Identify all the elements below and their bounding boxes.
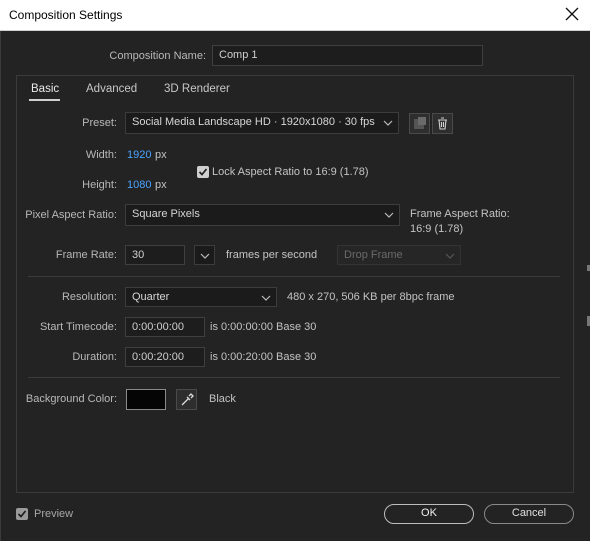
width-value[interactable]: 1920 <box>127 149 151 161</box>
width-label: Width: <box>85 149 117 161</box>
frame-rate-label: Frame Rate: <box>55 249 117 261</box>
save-preset-button[interactable] <box>409 113 430 134</box>
resolution-info: 480 x 270, 506 KB per 8bpc frame <box>287 291 455 303</box>
start-timecode-label: Start Timecode: <box>39 321 117 333</box>
settings-panel <box>16 75 574 493</box>
frame-aspect-label: Frame Aspect Ratio: <box>410 208 510 220</box>
check-icon <box>198 168 208 176</box>
title-bar: Composition Settings <box>0 0 590 31</box>
frame-rate-dropdown[interactable] <box>194 245 215 265</box>
preview-checkbox[interactable] <box>16 508 28 520</box>
chevron-down-icon <box>384 212 394 218</box>
divider <box>28 377 560 378</box>
delete-preset-button[interactable] <box>432 113 453 134</box>
pixel-aspect-dropdown[interactable]: Square Pixels <box>125 204 400 226</box>
ok-button[interactable]: OK <box>384 504 474 524</box>
preset-value: Social Media Landscape HD · 1920x1080 · … <box>132 116 375 128</box>
comp-name-input[interactable]: Comp 1 <box>212 45 483 66</box>
resolution-dropdown[interactable]: Quarter <box>125 287 277 307</box>
background-color-name: Black <box>209 393 236 405</box>
chevron-down-icon <box>200 253 210 259</box>
duration-info: is 0:00:20:00 Base 30 <box>210 351 317 363</box>
height-label: Height: <box>82 179 117 191</box>
lock-aspect-label: Lock Aspect Ratio to 16:9 (1.78) <box>212 166 369 178</box>
window-title: Composition Settings <box>9 8 123 22</box>
lock-aspect-checkbox[interactable] <box>197 166 209 178</box>
frame-aspect-value: 16:9 (1.78) <box>410 223 464 235</box>
tab-basic[interactable]: Basic <box>31 83 59 95</box>
eyedropper-button[interactable] <box>176 389 197 410</box>
background-color-swatch[interactable] <box>126 389 166 410</box>
drop-frame-dropdown: Drop Frame <box>337 245 461 265</box>
eyedropper-icon <box>181 393 194 406</box>
resolution-value: Quarter <box>132 291 170 303</box>
cancel-button[interactable]: Cancel <box>484 504 574 524</box>
width-unit: px <box>155 149 167 161</box>
height-value[interactable]: 1080 <box>127 179 151 191</box>
close-icon[interactable] <box>564 6 580 22</box>
preview-label: Preview <box>34 508 74 520</box>
start-timecode-info: is 0:00:00:00 Base 30 <box>210 321 317 333</box>
pixel-aspect-value: Square Pixels <box>132 208 200 220</box>
duration-input[interactable]: 0:00:20:00 <box>125 347 205 367</box>
check-icon <box>17 510 27 518</box>
trash-icon <box>438 117 447 130</box>
chevron-down-icon <box>261 295 271 301</box>
chevron-down-icon <box>383 120 393 126</box>
pixel-aspect-label: Pixel Aspect Ratio: <box>25 209 117 221</box>
comp-name-label: Composition Name: <box>109 50 206 62</box>
start-timecode-input[interactable]: 0:00:00:00 <box>125 317 205 337</box>
background-color-label: Background Color: <box>25 393 117 405</box>
chevron-down-icon <box>445 253 455 259</box>
height-unit: px <box>155 179 167 191</box>
tab-basic-underline <box>29 99 60 101</box>
save-preset-icon <box>414 117 426 129</box>
frame-rate-unit: frames per second <box>226 249 318 261</box>
frame-rate-input[interactable]: 30 <box>125 245 185 265</box>
tab-advanced[interactable]: Advanced <box>86 83 137 95</box>
preset-dropdown[interactable]: Social Media Landscape HD · 1920x1080 · … <box>125 112 399 134</box>
divider <box>28 276 560 277</box>
drop-frame-value: Drop Frame <box>344 249 403 261</box>
preset-label: Preset: <box>82 117 117 129</box>
duration-label: Duration: <box>72 351 117 363</box>
tab-3d-renderer[interactable]: 3D Renderer <box>164 83 230 95</box>
resolution-label: Resolution: <box>61 291 117 303</box>
